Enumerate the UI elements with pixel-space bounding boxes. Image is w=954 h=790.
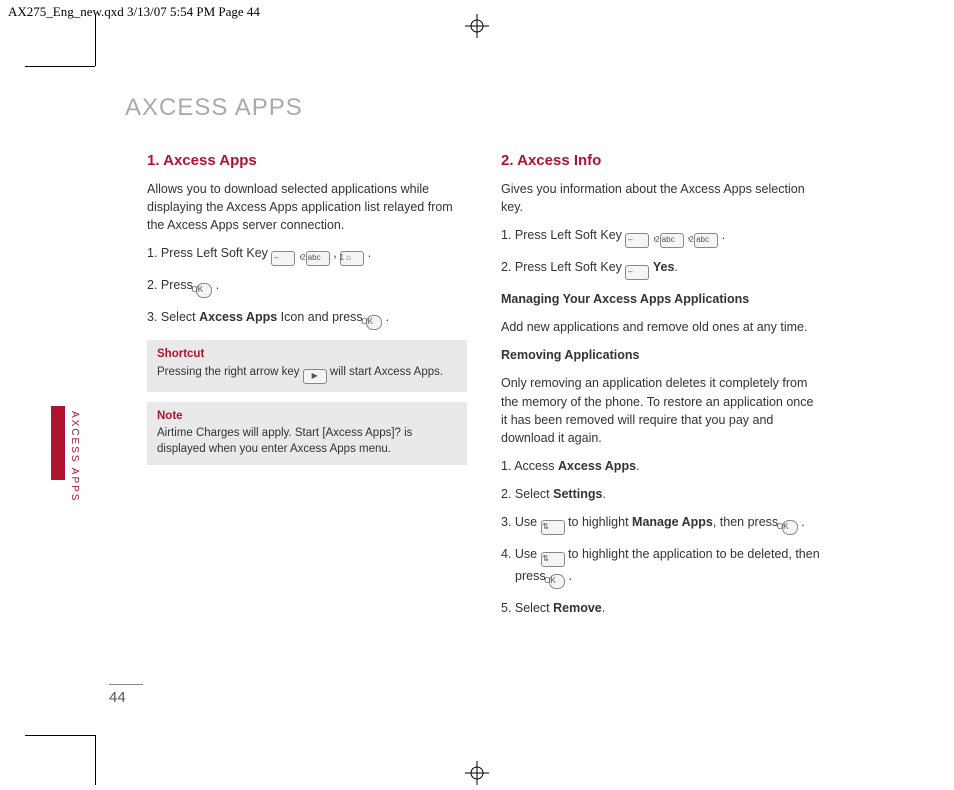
remove-step-4: 4. Use ⇅ to highlight the application to… <box>501 545 821 589</box>
ok-key-icon: OK <box>366 315 382 330</box>
ok-key-icon: OK <box>549 574 565 589</box>
step-1: 1. Press Left Soft Key – , 2 abc , 1 ⌂ . <box>147 244 467 266</box>
softkey-icon: – <box>625 265 649 280</box>
ok-key-icon: OK <box>782 520 798 535</box>
shortcut-callout: Shortcut Pressing the right arrow key ▶ … <box>147 340 467 392</box>
left-column: 1. Axcess Apps Allows you to download se… <box>147 150 467 627</box>
callout-title: Note <box>157 409 457 425</box>
crop-marks-bottom <box>0 725 954 785</box>
updown-key-icon: ⇅ <box>541 520 565 535</box>
key-1-icon: 1 ⌂ <box>340 251 364 266</box>
body-text: Only removing an application deletes it … <box>501 374 821 447</box>
side-accent-bar <box>51 406 65 480</box>
remove-step-5: 5. Select Remove. <box>501 599 821 617</box>
body-text: Add new applications and remove old ones… <box>501 318 821 336</box>
softkey-icon: – <box>271 251 295 266</box>
subheading-managing: Managing Your Axcess Apps Applications <box>501 290 821 308</box>
section-heading-axcess-apps: 1. Axcess Apps <box>147 150 467 172</box>
key-2-icon: 2 abc <box>694 233 718 248</box>
chapter-title: AXCESS APPS <box>125 94 915 122</box>
page-number: 44 <box>109 684 143 706</box>
registration-mark-icon <box>465 761 489 785</box>
registration-mark-icon <box>465 14 489 38</box>
section-heading-axcess-info: 2. Axcess Info <box>501 150 821 172</box>
callout-title: Shortcut <box>157 347 457 363</box>
remove-step-2: 2. Select Settings. <box>501 485 821 503</box>
step-1: 1. Press Left Soft Key – , 2 abc , 2 abc… <box>501 226 821 248</box>
crop-marks-top <box>0 14 954 64</box>
right-column: 2. Axcess Info Gives you information abo… <box>501 150 821 627</box>
step-2: 2. Press OK . <box>147 276 467 298</box>
intro-paragraph: Allows you to download selected applicat… <box>147 180 467 234</box>
ok-key-icon: OK <box>196 283 212 298</box>
subheading-removing: Removing Applications <box>501 346 821 364</box>
right-arrow-key-icon: ▶ <box>303 369 327 384</box>
side-tab-label: AXCESS APPS <box>69 411 80 502</box>
step-2: 2. Press Left Soft Key – Yes. <box>501 258 821 280</box>
updown-key-icon: ⇅ <box>541 552 565 567</box>
page-content: AXCESS APPS AXCESS APPS 1. Axcess Apps A… <box>95 66 915 726</box>
intro-paragraph: Gives you information about the Axcess A… <box>501 180 821 216</box>
remove-step-3: 3. Use ⇅ to highlight Manage Apps, then … <box>501 513 821 535</box>
key-2-icon: 2 abc <box>306 251 330 266</box>
softkey-icon: – <box>625 233 649 248</box>
note-callout: Note Airtime Charges will apply. Start [… <box>147 402 467 466</box>
remove-step-1: 1. Access Axcess Apps. <box>501 457 821 475</box>
key-2-icon: 2 abc <box>660 233 684 248</box>
step-3: 3. Select Axcess Apps Icon and press OK … <box>147 308 467 330</box>
